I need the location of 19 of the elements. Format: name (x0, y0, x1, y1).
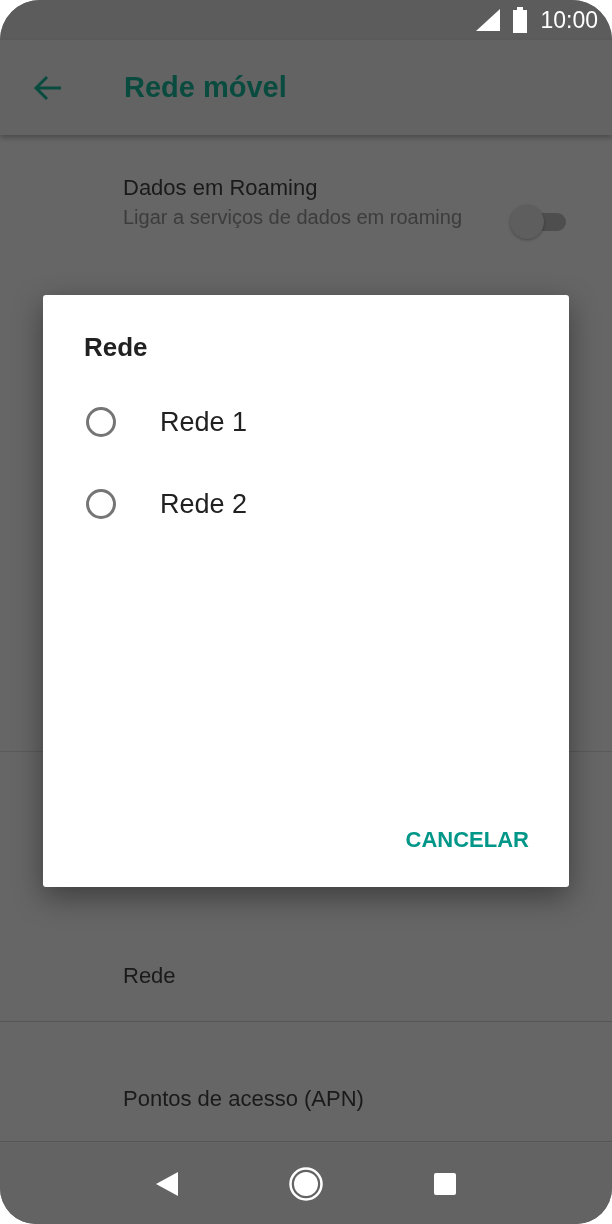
dialog-title: Rede (84, 332, 149, 363)
signal-icon (476, 9, 501, 31)
radio-option[interactable]: Rede 1 (43, 381, 569, 463)
radio-button[interactable] (86, 489, 116, 519)
setting-title: Dados em Roaming (123, 175, 319, 201)
home-icon[interactable] (289, 1166, 323, 1201)
page-title: Rede móvel (124, 71, 287, 104)
cancel-button[interactable]: CANCELAR (395, 819, 539, 861)
settings-row[interactable]: Rede (0, 935, 612, 1022)
setting-title: Pontos de acesso (APN) (123, 1085, 364, 1112)
setting-title: Rede (123, 963, 176, 989)
clock-time: 10:00 (540, 6, 598, 34)
settings-row[interactable]: Pontos de acesso (APN) (0, 1022, 612, 1142)
radio-button[interactable] (86, 407, 116, 437)
radio-option[interactable]: Rede 2 (43, 463, 569, 545)
toggle-switch[interactable] (510, 205, 566, 239)
battery-icon (512, 7, 529, 33)
recents-icon[interactable] (434, 1172, 457, 1195)
back-icon[interactable] (155, 1171, 178, 1196)
